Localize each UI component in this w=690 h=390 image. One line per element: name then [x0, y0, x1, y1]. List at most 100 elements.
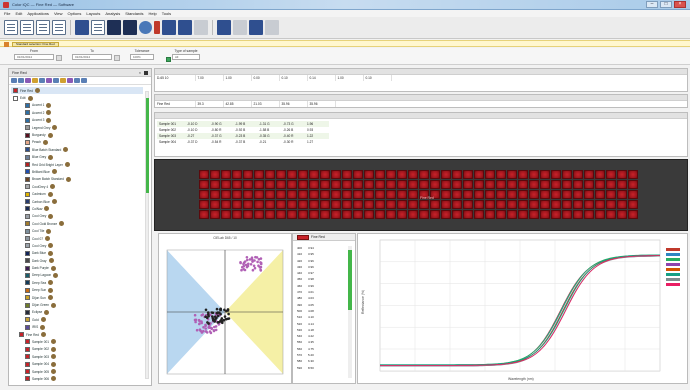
sample-thumbnail[interactable]: [584, 170, 594, 179]
tree-item[interactable]: Carbon Blue: [11, 198, 143, 205]
sample-thumbnail[interactable]: [595, 190, 605, 199]
sample-thumbnail[interactable]: [221, 210, 231, 219]
from-date-input[interactable]: 01/01/2014: [14, 54, 54, 60]
tree-item[interactable]: Sample 003: [11, 353, 143, 360]
minimize-button[interactable]: –: [646, 1, 658, 8]
open-doc-icon[interactable]: [20, 20, 34, 35]
sample-thumbnail[interactable]: [408, 180, 418, 189]
tool-icon[interactable]: [32, 78, 38, 83]
tolerance-checkbox[interactable]: [166, 57, 171, 62]
sample-thumbnail[interactable]: [386, 200, 396, 209]
sample-thumbnail[interactable]: [298, 210, 308, 219]
tree-item[interactable]: Cool 07: [11, 235, 143, 242]
sample-thumbnail[interactable]: [397, 210, 407, 219]
sample-thumbnail[interactable]: [441, 190, 451, 199]
tree-item[interactable]: Cool Tile: [11, 227, 143, 234]
sample-thumbnail[interactable]: [518, 210, 528, 219]
sample-thumbnail[interactable]: [243, 190, 253, 199]
tree-item[interactable]: Blue Grey: [11, 154, 143, 161]
sample-thumbnail[interactable]: [617, 170, 627, 179]
print-icon[interactable]: [52, 20, 66, 35]
sample-thumbnail[interactable]: [210, 180, 220, 189]
sample-thumbnail[interactable]: [375, 200, 385, 209]
sample-thumbnail[interactable]: [606, 170, 616, 179]
to-date-input[interactable]: 01/01/2014: [72, 54, 112, 60]
sample-thumbnail[interactable]: [529, 170, 539, 179]
sample-thumbnail[interactable]: [265, 170, 275, 179]
sample-thumbnail[interactable]: [199, 200, 209, 209]
sample-thumbnail[interactable]: [397, 180, 407, 189]
sample-thumbnail[interactable]: [364, 210, 374, 219]
tree-item[interactable]: Brilliant Blue: [11, 168, 143, 175]
sample-thumbnail[interactable]: [529, 210, 539, 219]
sample-thumbnail[interactable]: [584, 180, 594, 189]
sample-thumbnail[interactable]: [452, 200, 462, 209]
tree-item[interactable]: Cool Grey: [11, 213, 143, 220]
tool-icon[interactable]: [18, 78, 24, 83]
sample-thumbnail[interactable]: [452, 180, 462, 189]
sample-thumbnail[interactable]: [221, 170, 231, 179]
sample-thumbnail[interactable]: [364, 200, 374, 209]
tree-item[interactable]: Deep Sun: [11, 287, 143, 294]
sample-thumbnail[interactable]: [331, 210, 341, 219]
sample-thumbnail[interactable]: [232, 210, 242, 219]
tree-item[interactable]: Blue Batch Standard: [11, 146, 143, 153]
tree-item[interactable]: Sample 006: [11, 375, 143, 382]
sample-thumbnail[interactable]: [518, 190, 528, 199]
sample-thumbnail[interactable]: [518, 170, 528, 179]
tree-item[interactable]: IRIS: [11, 324, 143, 331]
sample-thumbnail[interactable]: [364, 170, 374, 179]
sample-thumbnail[interactable]: [463, 200, 473, 209]
export-icon[interactable]: [154, 21, 160, 34]
tree-item[interactable]: Peach: [11, 139, 143, 146]
measure-icon[interactable]: [75, 20, 89, 35]
sample-thumbnail[interactable]: [584, 210, 594, 219]
sample-thumbnail[interactable]: [584, 200, 594, 209]
sample-thumbnail[interactable]: [430, 200, 440, 209]
tree-item[interactable]: CoolGrey 4: [11, 183, 143, 190]
new-doc-icon[interactable]: [4, 20, 18, 35]
sample-thumbnail[interactable]: [628, 170, 638, 179]
sample-thumbnail[interactable]: [419, 180, 429, 189]
scroll-thumb[interactable]: [146, 98, 149, 193]
tool-icon[interactable]: [25, 78, 31, 83]
sample-thumbnail[interactable]: [309, 200, 319, 209]
palette-icon[interactable]: [162, 20, 176, 35]
sample-thumbnail[interactable]: [573, 190, 583, 199]
sample-thumbnail[interactable]: [518, 200, 528, 209]
sample-thumbnail[interactable]: [540, 200, 550, 209]
sample-thumbnail[interactable]: [199, 210, 209, 219]
window-icon[interactable]: [217, 20, 231, 35]
menu-item[interactable]: Layouts: [86, 10, 100, 17]
sample-thumbnail[interactable]: [529, 190, 539, 199]
sample-thumbnail[interactable]: [397, 190, 407, 199]
tool-icon[interactable]: [11, 78, 17, 83]
sample-thumbnail[interactable]: [551, 200, 561, 209]
sample-thumbnail[interactable]: [595, 170, 605, 179]
sample-thumbnail[interactable]: [265, 190, 275, 199]
scatter-canvas[interactable]: [159, 242, 291, 383]
sample-thumbnail[interactable]: [485, 170, 495, 179]
tree-item[interactable]: Sample 004: [11, 360, 143, 367]
sample-thumbnail[interactable]: [243, 210, 253, 219]
sample-thumbnail[interactable]: [419, 170, 429, 179]
sample-thumbnail[interactable]: [309, 210, 319, 219]
sample-thumbnail[interactable]: [408, 190, 418, 199]
sample-thumbnail[interactable]: [276, 170, 286, 179]
chart-icon[interactable]: [107, 20, 121, 35]
tree-item[interactable]: Fine Red: [11, 87, 143, 95]
sample-thumbnail[interactable]: [232, 180, 242, 189]
tree-item[interactable]: Cadmium: [11, 190, 143, 197]
tree-item[interactable]: Dark Blue: [11, 250, 143, 257]
table-row[interactable]: Sample 004 -0.37 D -0.54 R -0.37 B -0.21 -0.3…: [157, 139, 329, 145]
panel-scrollbar[interactable]: [145, 91, 149, 379]
menu-item[interactable]: Tools: [162, 10, 171, 17]
sample-thumbnail[interactable]: [287, 200, 297, 209]
sample-thumbnail[interactable]: [353, 180, 363, 189]
sample-thumbnail[interactable]: [617, 200, 627, 209]
tree-item[interactable]: Sample 005: [11, 368, 143, 375]
sample-thumbnail[interactable]: [463, 180, 473, 189]
sample-thumbnail[interactable]: [375, 190, 385, 199]
sample-thumbnail[interactable]: [507, 210, 517, 219]
sample-thumbnail[interactable]: [298, 200, 308, 209]
